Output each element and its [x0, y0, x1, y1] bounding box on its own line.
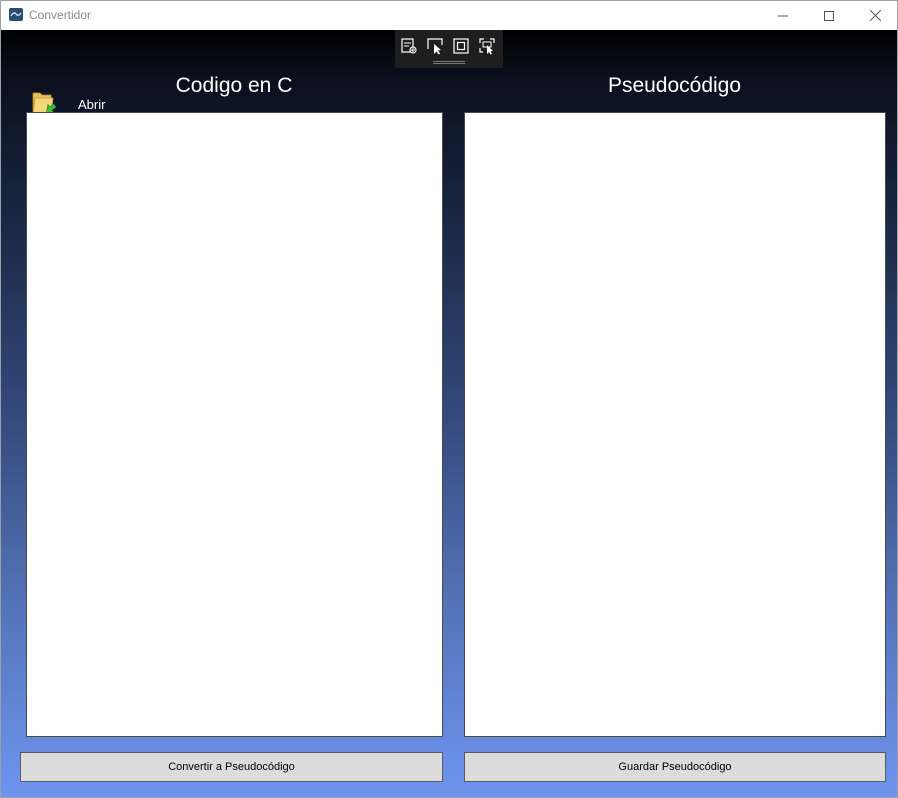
save-pseudocode-button[interactable]: Guardar Pseudocódigo: [464, 752, 886, 782]
xaml-debug-toolbar: [395, 30, 503, 68]
window-title: Convertidor: [29, 8, 92, 22]
select-element-icon: [427, 38, 443, 55]
display-layout-adorners-icon: [453, 38, 469, 54]
toolbar-collapse-handle[interactable]: [433, 61, 465, 64]
app-window: Convertidor Codigo en C Pseudocódigo Abr…: [0, 0, 898, 798]
display-layout-adorners-button[interactable]: [451, 36, 471, 56]
live-visual-tree-icon: [401, 38, 417, 54]
track-focus-button[interactable]: [477, 36, 497, 56]
track-focus-icon: [479, 38, 495, 55]
convert-button[interactable]: Convertir a Pseudocódigo: [20, 752, 443, 782]
title-bar[interactable]: Convertidor: [1, 1, 897, 30]
app-icon: [9, 8, 23, 21]
maximize-icon: [824, 10, 834, 21]
maximize-button[interactable]: [806, 1, 852, 30]
minimize-icon: [778, 15, 788, 16]
pseudocode-heading: Pseudocódigo: [607, 74, 742, 98]
c-code-input[interactable]: [26, 112, 443, 737]
client-area: Codigo en C Pseudocódigo Abrir Convertir…: [1, 30, 897, 797]
open-label: Abrir: [78, 97, 106, 112]
minimize-button[interactable]: [760, 1, 806, 30]
close-button[interactable]: [852, 1, 897, 30]
pseudocode-output[interactable]: [464, 112, 886, 737]
select-element-button[interactable]: [425, 36, 445, 56]
close-icon: [869, 10, 881, 21]
live-visual-tree-button[interactable]: [399, 36, 419, 56]
